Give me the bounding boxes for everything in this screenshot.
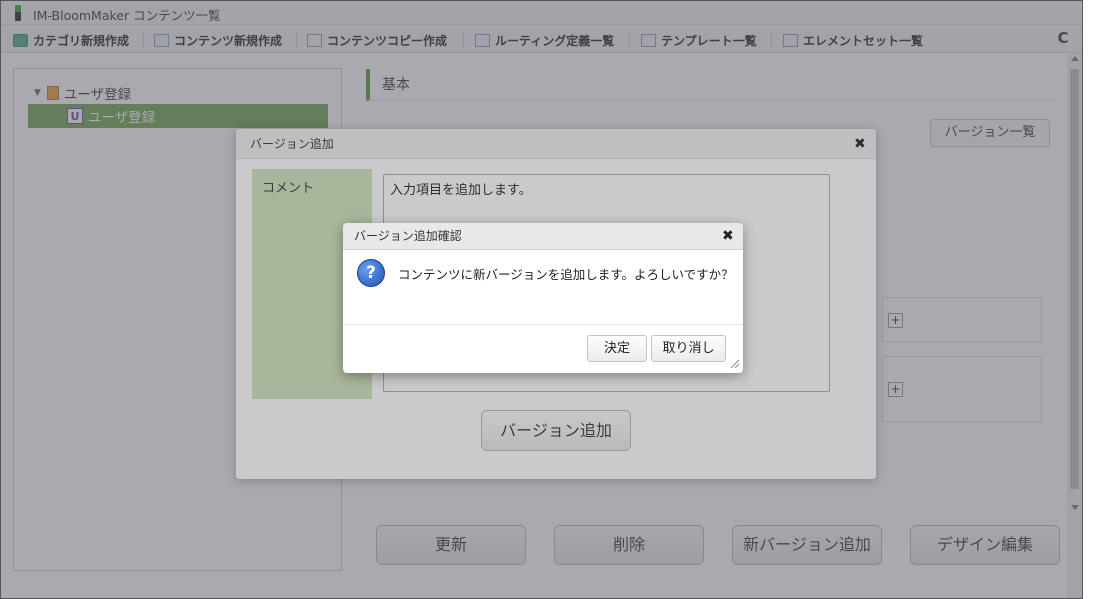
app-window: IM-BloomMaker コンテンツ一覧 カテゴリ新規作成 コンテンツ新規作成… [0,0,1083,599]
dialog-divider [343,324,743,325]
question-icon: ? [357,259,385,287]
cancel-button[interactable]: 取り消し [651,335,726,362]
confirm-message: コンテンツに新バージョンを追加します。よろしいですか？ [398,267,734,282]
confirm-dialog-title: バージョン追加確認 [343,223,743,250]
resize-grip-icon[interactable] [728,357,740,369]
version-add-confirm-dialog: バージョン追加確認 ✖ ? コンテンツに新バージョンを追加します。よろしいですか… [343,223,743,373]
close-icon[interactable]: ✖ [722,228,734,244]
ok-button[interactable]: 決定 [587,335,647,362]
